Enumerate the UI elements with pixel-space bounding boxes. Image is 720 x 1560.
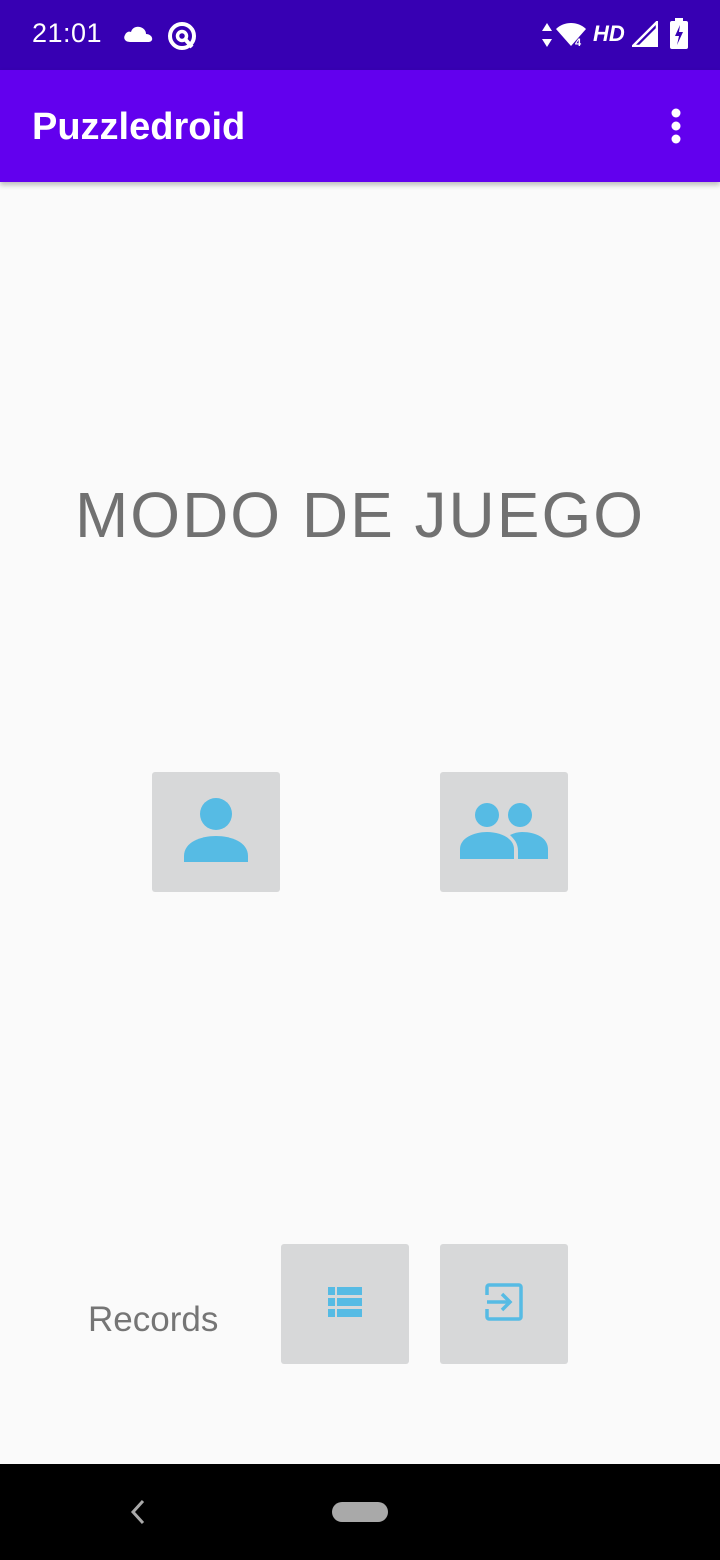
network-type-label: HD — [593, 21, 625, 46]
data-arrows-icon — [541, 22, 553, 53]
navigation-bar — [0, 1464, 720, 1560]
app-bar: Puzzledroid — [0, 70, 720, 182]
game-mode-heading: MODO DE JUEGO — [74, 479, 646, 551]
records-label: Records — [88, 1300, 219, 1339]
home-pill-icon[interactable] — [332, 1502, 388, 1522]
cloud-icon — [122, 22, 154, 51]
battery-icon — [669, 18, 689, 55]
wifi-icon: 4 — [555, 21, 587, 52]
list-icon — [328, 1286, 362, 1322]
more-vert-icon[interactable] — [656, 100, 696, 152]
exit-icon — [485, 1282, 523, 1326]
person-icon — [183, 797, 249, 867]
single-player-button[interactable] — [152, 772, 280, 892]
svg-text:4: 4 — [575, 37, 582, 47]
people-icon — [458, 801, 550, 864]
records-button[interactable] — [281, 1244, 409, 1364]
status-bar: 21:01 4 HD — [0, 0, 720, 70]
back-icon[interactable] — [128, 1497, 148, 1532]
exit-button[interactable] — [440, 1244, 568, 1364]
status-time: 21:01 — [32, 18, 103, 48]
multi-player-button[interactable] — [440, 772, 568, 892]
at-icon — [166, 20, 198, 57]
signal-icon — [629, 18, 659, 52]
app-title: Puzzledroid — [32, 106, 246, 148]
